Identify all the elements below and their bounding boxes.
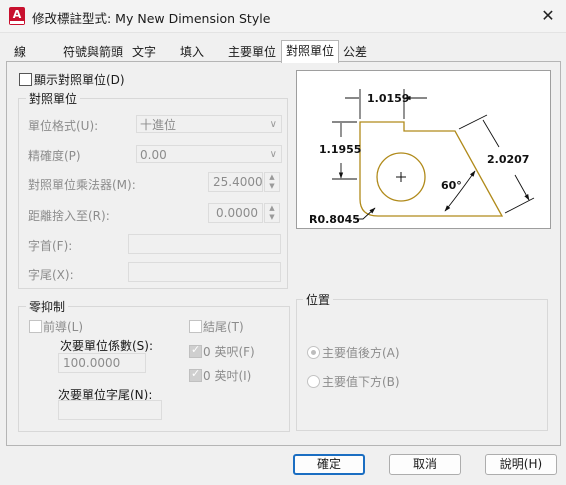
help-button[interactable]: 說明(H) (485, 454, 557, 475)
app-icon-letter: A (12, 8, 22, 21)
placement-group (296, 299, 548, 431)
tab-primary-units[interactable]: 主要單位 (226, 43, 278, 61)
display-alt-units-checkbox[interactable] (19, 73, 32, 86)
part-outline (359, 121, 504, 217)
precision-combo[interactable]: 0.00 ∨ (136, 145, 282, 163)
cancel-button[interactable]: 取消 (389, 454, 461, 475)
leading-label: 前導(L) (43, 320, 84, 334)
center-mark (396, 172, 406, 182)
unit-format-value: 十進位 (140, 118, 177, 132)
zero-feet-checkbox[interactable] (189, 343, 202, 358)
suffix-label: 字尾(X): (28, 268, 74, 282)
precision-label: 精確度(P) (28, 149, 81, 163)
zero-suppression-title: 零抑制 (26, 298, 69, 315)
zero-inches-label: 0 英吋(I) (203, 369, 252, 383)
multiplier-spinner[interactable]: ▲ ▼ (264, 172, 280, 192)
tab-lines[interactable]: 線 (8, 43, 32, 61)
round-off-input[interactable]: 0.0000 (208, 203, 263, 223)
dim-top-text: 1.0159 (367, 92, 409, 105)
round-off-spinner[interactable]: ▲ ▼ (264, 203, 280, 223)
zero-inches-checkbox[interactable] (189, 367, 202, 382)
zero-feet-label: 0 英呎(F) (203, 345, 255, 359)
after-primary-label: 主要值後方(A) (322, 346, 400, 360)
leading-checkbox[interactable] (29, 320, 42, 333)
unit-format-label: 單位格式(U): (28, 119, 99, 133)
below-primary-label: 主要值下方(B) (322, 375, 400, 389)
autocad-app-icon: A (9, 7, 25, 25)
multiplier-label: 對照單位乘法器(M): (28, 178, 136, 192)
spin-down-icon: ▼ (269, 182, 275, 190)
tab-tolerances[interactable]: 公差 (341, 43, 369, 61)
multiplier-input[interactable]: 25.4000 (208, 172, 263, 192)
subunit-factor-input[interactable]: 100.0000 (58, 353, 146, 373)
chevron-down-icon: ∨ (269, 149, 277, 160)
tab-symbols-arrows[interactable]: 符號與箭頭 (60, 43, 126, 61)
window-title: 修改標註型式: My New Dimension Style (32, 11, 271, 26)
placement-title: 位置 (303, 291, 334, 308)
dim-right-text: 2.0207 (487, 153, 529, 166)
tab-fit[interactable]: 填入 (178, 43, 206, 61)
display-alt-units-label: 顯示對照單位(D) (34, 73, 125, 87)
spin-down-icon: ▼ (269, 213, 275, 221)
dim-left-text: 1.1955 (319, 143, 361, 156)
subunit-suffix-input[interactable] (58, 400, 162, 420)
suffix-input[interactable] (128, 262, 281, 282)
dimension-preview: 1.0159 1.1955 2.0207 60° R0.8045 (296, 70, 551, 229)
trailing-label: 結尾(T) (203, 320, 244, 334)
trailing-checkbox[interactable] (189, 320, 202, 333)
unit-format-combo[interactable]: 十進位 ∨ (136, 115, 282, 133)
spin-up-icon: ▲ (269, 204, 275, 212)
precision-value: 0.00 (140, 148, 167, 162)
close-icon[interactable]: ✕ (536, 4, 560, 28)
tab-alternate-units[interactable]: 對照單位 (281, 40, 339, 63)
subunit-factor-label: 次要單位係數(S): (60, 339, 154, 353)
alt-units-group-title: 對照單位 (26, 90, 81, 107)
chevron-down-icon: ∨ (269, 119, 277, 130)
spin-up-icon: ▲ (269, 173, 275, 181)
radius-text: R0.8045 (309, 213, 360, 226)
ok-button[interactable]: 確定 (293, 454, 365, 475)
after-primary-radio[interactable] (307, 346, 320, 359)
below-primary-radio[interactable] (307, 375, 320, 388)
prefix-label: 字首(F): (28, 239, 73, 253)
round-off-label: 距離捨入至(R): (28, 209, 110, 223)
angle-text: 60° (441, 179, 462, 192)
prefix-input[interactable] (128, 234, 281, 254)
tab-text[interactable]: 文字 (130, 43, 158, 61)
